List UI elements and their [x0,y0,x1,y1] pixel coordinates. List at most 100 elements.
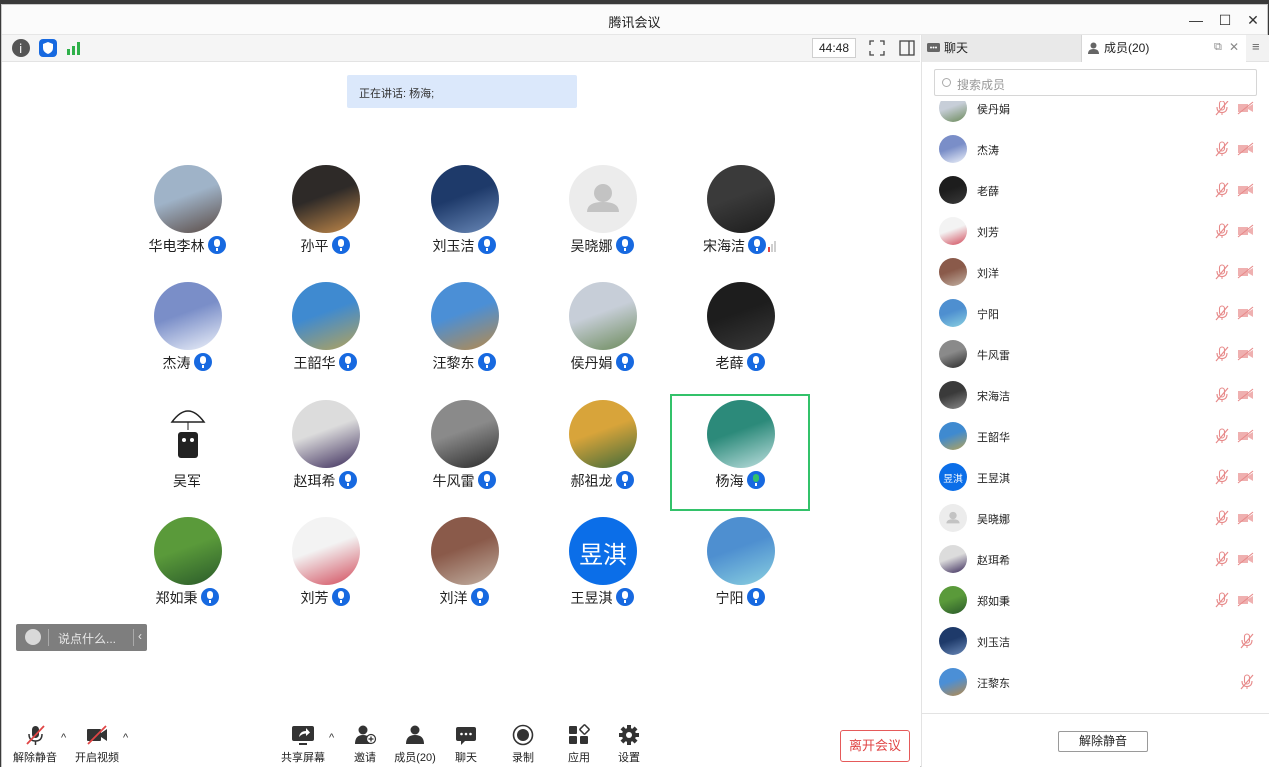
video-options-caret[interactable]: ^ [123,732,128,744]
mic-muted-icon[interactable] [1215,346,1229,362]
participant-tile[interactable]: 吴晓娜 [532,159,672,276]
mic-muted-icon[interactable] [1215,101,1229,116]
fullscreen-icon[interactable] [868,39,886,57]
mic-muted-icon[interactable] [1215,141,1229,157]
member-row[interactable]: 郑如秉 [922,580,1269,621]
member-row[interactable]: 宋海洁 [922,375,1269,416]
participant-tile[interactable]: 杰涛 [117,276,257,393]
camera-off-icon[interactable] [1237,388,1255,402]
mic-muted-icon[interactable] [1215,223,1229,239]
camera-off-icon[interactable] [1237,142,1255,156]
members-button[interactable]: 成员(20) [388,724,442,765]
popout-icon[interactable]: ⧉ [1214,41,1222,54]
participant-tile[interactable]: 华电李林 [117,159,257,276]
participant-tile[interactable]: 汪黎东 [394,276,534,393]
camera-off-icon[interactable] [1237,429,1255,443]
mic-muted-icon[interactable] [1215,182,1229,198]
member-row[interactable]: 宁阳 [922,293,1269,334]
participant-tile[interactable]: 昱淇 王昱淇 [532,511,672,628]
participant-tile[interactable]: 杨海 [670,394,810,511]
info-icon[interactable]: i [12,39,30,57]
minimize-button[interactable]: — [1182,9,1210,31]
record-button[interactable]: 录制 [496,724,550,765]
tab-chat[interactable]: 聊天 [922,35,1082,62]
member-name: 老薛 [977,186,999,198]
leave-meeting-button[interactable]: 离开会议 [840,730,910,762]
apps-grid-icon [567,724,591,746]
participant-tile[interactable]: 孙平 [255,159,395,276]
apps-button[interactable]: 应用 [552,724,606,765]
settings-button[interactable]: 设置 [602,724,656,765]
participant-tile[interactable]: 郑如秉 [117,511,257,628]
camera-off-icon[interactable] [1237,552,1255,566]
chat-button[interactable]: 聊天 [439,724,493,765]
camera-off-icon[interactable] [1237,183,1255,197]
security-shield-icon[interactable] [39,39,57,57]
mic-muted-icon[interactable] [1215,428,1229,444]
camera-off-icon[interactable] [1237,224,1255,238]
mic-muted-icon[interactable] [1240,674,1254,690]
participant-tile[interactable]: 刘芳 [255,511,395,628]
member-row[interactable]: 侯丹娟 [922,101,1269,129]
mic-muted-icon[interactable] [1215,387,1229,403]
unmute-button[interactable]: 解除静音 [8,724,62,765]
quick-chat-input[interactable]: 说点什么... ‹ [16,624,147,651]
close-button[interactable]: ✕ [1239,9,1267,31]
participant-tile[interactable]: 赵珥希 [255,394,395,511]
maximize-button[interactable]: ☐ [1211,9,1239,31]
member-row[interactable]: 杰涛 [922,129,1269,170]
share-options-caret[interactable]: ^ [329,732,334,744]
camera-off-icon[interactable] [1237,347,1255,361]
member-name: 宋海洁 [977,391,1010,403]
chevron-left-icon[interactable]: ‹ [138,629,142,643]
emoji-icon[interactable] [25,629,41,645]
mic-muted-icon[interactable] [1215,305,1229,321]
audio-options-caret[interactable]: ^ [61,732,66,744]
meeting-top-toolbar: i 44:48 [2,35,920,62]
mic-muted-icon[interactable] [1240,633,1254,649]
participant-tile[interactable]: 宋海洁 [670,159,810,276]
menu-icon[interactable]: ≡ [1252,39,1260,54]
mic-muted-icon[interactable] [1215,551,1229,567]
participant-tile[interactable]: 吴军 [117,394,257,511]
participant-tile[interactable]: 侯丹娟 [532,276,672,393]
mic-muted-icon[interactable] [1215,264,1229,280]
member-row[interactable]: 吴晓娜 [922,498,1269,539]
camera-off-icon[interactable] [1237,511,1255,525]
member-row[interactable]: 刘洋 [922,252,1269,293]
mic-icon [615,471,634,489]
member-search-input[interactable]: 搜索成员 [934,69,1257,96]
mic-muted-icon[interactable] [1215,510,1229,526]
share-screen-button[interactable]: 共享屏幕 [276,724,330,765]
member-row[interactable]: 汪黎东 [922,662,1269,703]
member-row[interactable]: 牛风雷 [922,334,1269,375]
member-row[interactable]: 赵珥希 [922,539,1269,580]
participant-tile[interactable]: 宁阳 [670,511,810,628]
invite-button[interactable]: 邀请 [338,724,392,765]
layout-toggle-icon[interactable] [898,39,916,57]
network-signal-icon[interactable] [65,39,83,57]
camera-off-icon[interactable] [1237,101,1255,115]
mic-muted-icon[interactable] [1215,469,1229,485]
avatar [154,517,222,585]
member-row[interactable]: 昱淇 王昱淇 [922,457,1269,498]
participant-tile[interactable]: 刘洋 [394,511,534,628]
participant-tile[interactable]: 老薛 [670,276,810,393]
member-row[interactable]: 刘玉洁 [922,621,1269,662]
close-panel-icon[interactable]: ✕ [1229,40,1239,54]
member-row[interactable]: 老薛 [922,170,1269,211]
member-row[interactable]: 刘芳 [922,211,1269,252]
participant-tile[interactable]: 王韶华 [255,276,395,393]
unmute-all-button[interactable]: 解除静音 [1058,731,1148,752]
participant-tile[interactable]: 刘玉洁 [394,159,534,276]
camera-off-icon[interactable] [1237,265,1255,279]
start-video-button[interactable]: 开启视频 [70,724,124,765]
camera-off-icon[interactable] [1237,306,1255,320]
camera-off-icon[interactable] [1237,470,1255,484]
participant-tile[interactable]: 牛风雷 [394,394,534,511]
member-row[interactable]: 王韶华 [922,416,1269,457]
mic-muted-icon[interactable] [1215,592,1229,608]
participant-name: 宁阳 [715,590,744,606]
participant-tile[interactable]: 郝祖龙 [532,394,672,511]
camera-off-icon[interactable] [1237,593,1255,607]
